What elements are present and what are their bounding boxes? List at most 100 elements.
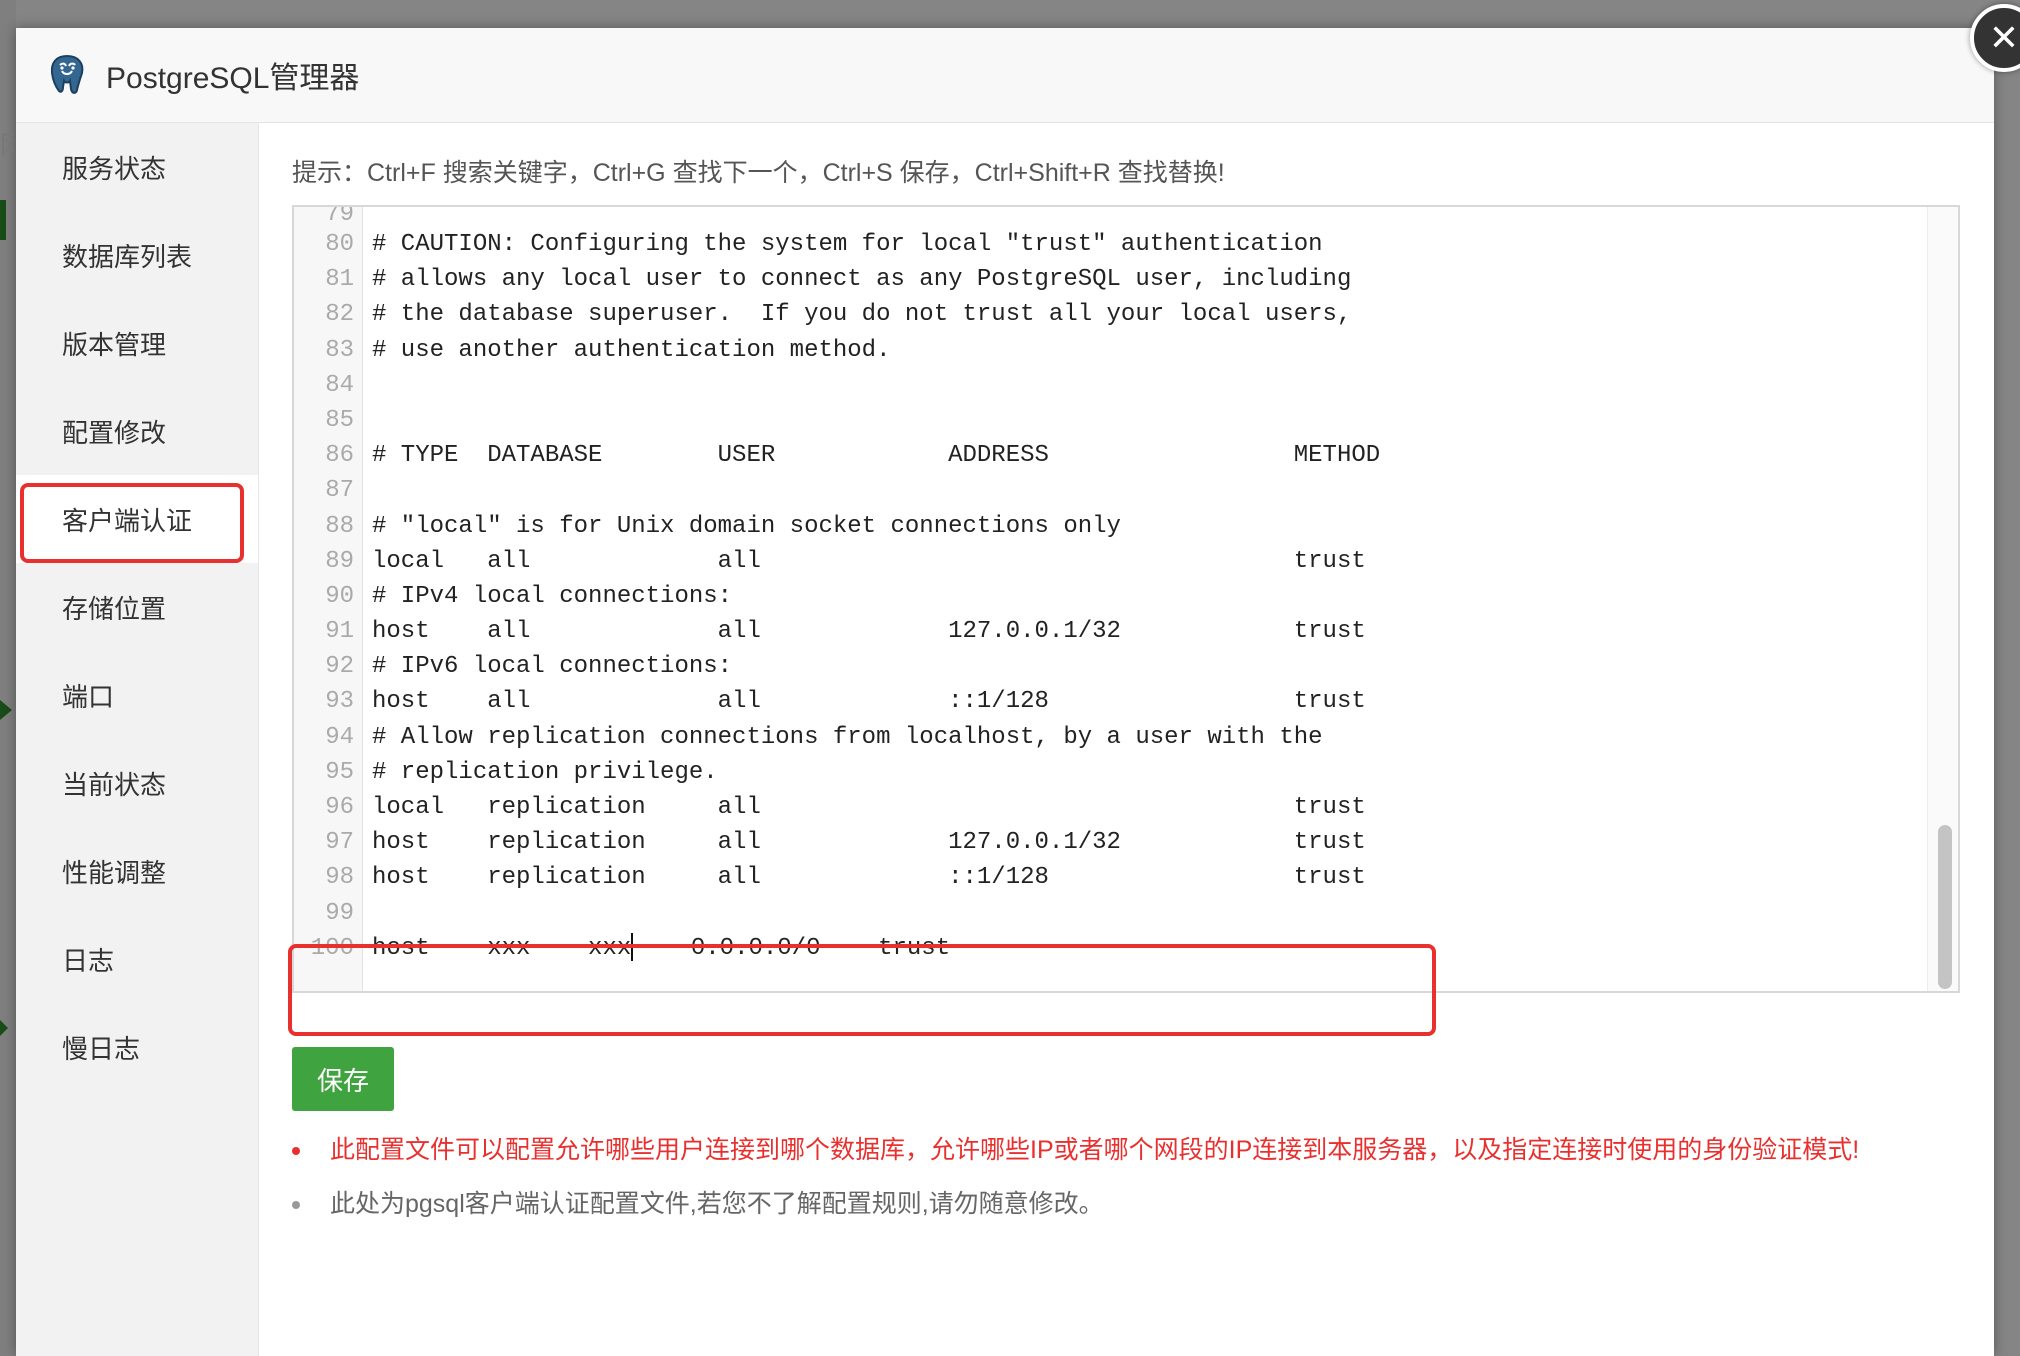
code-text[interactable]: # CAUTION: Configuring the system for lo… <box>372 227 1323 262</box>
line-number: 100 <box>310 934 354 962</box>
line-number: 82 <box>325 301 354 329</box>
line-number: 93 <box>325 688 354 716</box>
sidebar-item-label: 版本管理 <box>62 329 167 360</box>
line-number: 85 <box>325 406 354 434</box>
code-line[interactable]: 93 host all all ::1/128 trust <box>294 684 1958 719</box>
config-code-editor[interactable]: 79 80 # CAUTION: Configuring the system fo… <box>292 205 1960 993</box>
code-text[interactable]: # Allow replication connections from loc… <box>372 720 1323 755</box>
code-line[interactable]: 81 # allows any local user to connect as … <box>294 262 1958 297</box>
code-text-after-cursor: 0.0.0.0/0 trust <box>633 934 951 962</box>
notes-list: 此配置文件可以配置允许哪些用户连接到哪个数据库，允许哪些IP或者哪个网段的IP连… <box>292 1123 1859 1231</box>
code-text[interactable]: host replication all 127.0.0.1/32 trust <box>372 825 1366 860</box>
sidebar-item-service-status[interactable]: 服务状态 <box>16 123 258 211</box>
sidebar-item-label: 存储位置 <box>62 593 167 624</box>
line-number: 98 <box>325 864 354 892</box>
sidebar-item-label: 慢日志 <box>62 1033 141 1064</box>
code-text[interactable]: # IPv6 local connections: <box>372 649 732 684</box>
info-note: 此处为pgsql客户端认证配置文件,若您不了解配置规则,请勿随意修改。 <box>292 1177 1859 1231</box>
sidebar-item-label: 端口 <box>62 681 115 712</box>
sidebar-item-storage-location[interactable]: 存储位置 <box>16 563 258 651</box>
sidebar-item-current-status[interactable]: 当前状态 <box>16 739 258 827</box>
postgresql-manager-dialog: PostgreSQL管理器 ✕ 服务状态 数据库列表 版本管理 配置修改 客户端… <box>16 4 2020 1356</box>
code-text[interactable]: host all all ::1/128 trust <box>372 684 1366 719</box>
code-line[interactable]: 94 # Allow replication connections from l… <box>294 720 1958 755</box>
line-number: 89 <box>325 547 354 575</box>
line-number: 86 <box>325 442 354 470</box>
bullet-icon <box>292 1147 300 1155</box>
code-line[interactable]: 88 # "local" is for Unix domain socket co… <box>294 509 1958 544</box>
line-number: 87 <box>325 477 354 505</box>
code-line[interactable]: 82 # the database superuser. If you do no… <box>294 297 1958 332</box>
save-button[interactable]: 保存 <box>292 1047 394 1111</box>
sidebar-item-label: 服务状态 <box>62 153 167 184</box>
code-line[interactable]: 84 <box>294 368 1958 403</box>
line-number: 96 <box>325 794 354 821</box>
scrollbar-thumb[interactable] <box>1938 825 1952 989</box>
code-text-before-cursor: host xxx xxx <box>372 934 632 962</box>
info-note-text: 此处为pgsql客户端认证配置文件,若您不了解配置规则,请勿随意修改。 <box>330 1190 1104 1218</box>
editor-lines[interactable]: 79 80 # CAUTION: Configuring the system fo… <box>294 207 1958 966</box>
code-line[interactable]: 83 # use another authentication method. <box>294 333 1958 368</box>
line-number: 91 <box>325 618 354 646</box>
warning-note: 此配置文件可以配置允许哪些用户连接到哪个数据库，允许哪些IP或者哪个网段的IP连… <box>292 1123 1859 1177</box>
code-line[interactable]: 86 # TYPE DATABASE USER ADDRESS METHOD <box>294 438 1958 473</box>
sidebar-item-version-management[interactable]: 版本管理 <box>16 299 258 387</box>
code-text[interactable]: local all all trust <box>372 544 1366 579</box>
code-text[interactable]: # use another authentication method. <box>372 333 890 368</box>
sidebar-item-database-list[interactable]: 数据库列表 <box>16 211 258 299</box>
sidebar-item-slow-logs[interactable]: 慢日志 <box>16 1003 258 1091</box>
code-line[interactable]: 92 # IPv6 local connections: <box>294 649 1958 684</box>
editor-scrollbar[interactable] <box>1927 207 1958 991</box>
code-text[interactable]: local replication all trust <box>372 790 1366 825</box>
code-text[interactable]: # "local" is for Unix domain socket conn… <box>372 509 1121 544</box>
code-text[interactable]: # allows any local user to connect as an… <box>372 262 1351 297</box>
code-line[interactable]: 90 # IPv4 local connections: <box>294 579 1958 614</box>
code-text[interactable]: # TYPE DATABASE USER ADDRESS METHOD <box>372 438 1380 473</box>
shortcut-hint: 提示：Ctrl+F 搜索关键字，Ctrl+G 查找下一个，Ctrl+S 保存，C… <box>292 159 1225 187</box>
sidebar-item-port[interactable]: 端口 <box>16 651 258 739</box>
sidebar-item-client-auth[interactable]: 客户端认证 <box>16 475 258 563</box>
code-text[interactable]: # replication privilege. <box>372 755 718 790</box>
sidebar-item-label: 数据库列表 <box>62 241 193 272</box>
code-text[interactable]: host all all 127.0.0.1/32 trust <box>372 614 1366 649</box>
code-line[interactable]: 87 <box>294 473 1958 508</box>
sidebar-item-logs[interactable]: 日志 <box>16 915 258 1003</box>
line-number: 95 <box>325 758 354 786</box>
sidebar-item-label: 配置修改 <box>62 417 167 448</box>
code-text[interactable]: # the database superuser. If you do not … <box>372 297 1351 332</box>
line-number: 92 <box>325 653 354 681</box>
postgresql-elephant-icon <box>44 52 90 98</box>
code-line[interactable]: 80 # CAUTION: Configuring the system for … <box>294 227 1958 262</box>
line-number: 81 <box>325 266 354 294</box>
background-fragment: 网 <box>0 131 14 161</box>
line-number: 88 <box>325 512 354 540</box>
line-number: 80 <box>325 231 354 258</box>
code-line[interactable]: 91 host all all 127.0.0.1/32 trust <box>294 614 1958 649</box>
code-line[interactable]: 97 host replication all 127.0.0.1/32 trus… <box>294 825 1958 860</box>
code-text[interactable]: host xxx xxx 0.0.0.0/0 trust <box>372 931 950 966</box>
line-number: 83 <box>325 336 354 364</box>
code-line[interactable]: 95 # replication privilege. <box>294 755 1958 790</box>
sidebar-item-label: 性能调整 <box>62 857 167 888</box>
code-line[interactable]: 98 host replication all ::1/128 trust <box>294 860 1958 895</box>
code-line[interactable]: 79 <box>294 207 1958 228</box>
dialog-header: PostgreSQL管理器 <box>16 28 1994 123</box>
code-line[interactable]: 89 local all all trust <box>294 544 1958 579</box>
line-number: 90 <box>325 582 354 610</box>
sidebar-item-performance-tuning[interactable]: 性能调整 <box>16 827 258 915</box>
line-number: 94 <box>325 723 354 751</box>
code-line[interactable]: 96 local replication all trust <box>294 790 1958 825</box>
code-text[interactable]: host replication all ::1/128 trust <box>372 860 1366 895</box>
code-line[interactable]: 99 <box>294 896 1958 931</box>
line-number: 99 <box>325 899 354 927</box>
sidebar-item-label: 客户端认证 <box>62 505 193 536</box>
code-text[interactable]: # IPv4 local connections: <box>372 579 732 614</box>
bullet-icon <box>292 1201 300 1209</box>
code-line[interactable]: 85 <box>294 403 1958 438</box>
code-line[interactable]: 100 host xxx xxx 0.0.0.0/0 trust <box>294 931 1958 966</box>
warning-note-text: 此配置文件可以配置允许哪些用户连接到哪个数据库，允许哪些IP或者哪个网段的IP连… <box>330 1136 1860 1164</box>
sidebar-item-label: 当前状态 <box>62 769 167 800</box>
main-content: 提示：Ctrl+F 搜索关键字，Ctrl+G 查找下一个，Ctrl+S 保存，C… <box>258 123 1994 1356</box>
dialog-title: PostgreSQL管理器 <box>106 62 360 95</box>
sidebar-item-config-edit[interactable]: 配置修改 <box>16 387 258 475</box>
